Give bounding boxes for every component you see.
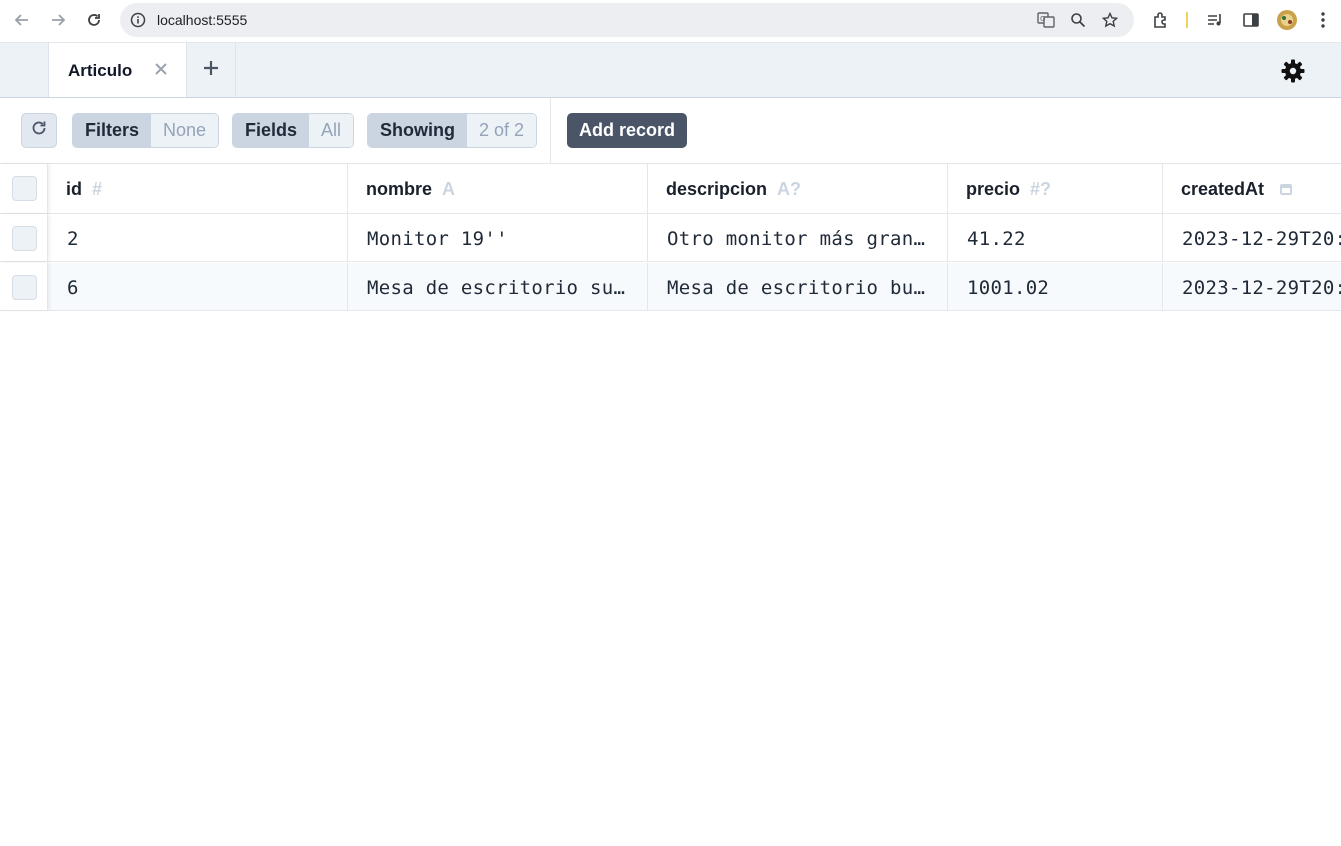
- column-header-id[interactable]: id #: [48, 164, 348, 213]
- bookmark-star-icon[interactable]: [1098, 8, 1122, 32]
- tab-articulo[interactable]: Articulo: [48, 43, 187, 97]
- column-name: descripcion: [666, 179, 768, 199]
- browser-toolbar: localhost:5555 G: [0, 0, 1341, 43]
- cell-descripcion[interactable]: Mesa de escritorio bu…: [648, 263, 948, 310]
- cell-id[interactable]: 6: [48, 263, 348, 310]
- toolbar-divider: [1186, 12, 1188, 28]
- reload-icon[interactable]: [82, 8, 106, 32]
- cell-precio[interactable]: 1001.02: [948, 263, 1163, 310]
- settings-gear-icon[interactable]: [1280, 58, 1306, 84]
- showing-value: 2 of 2: [467, 114, 537, 147]
- table-row[interactable]: 6 Mesa de escritorio su… Mesa de escrito…: [0, 263, 1341, 311]
- cell-nombre[interactable]: Monitor 19'': [348, 214, 648, 261]
- extensions-icon[interactable]: [1149, 8, 1173, 32]
- fields-value: All: [309, 114, 354, 147]
- filters-button[interactable]: Filters None: [72, 113, 220, 148]
- url-text[interactable]: localhost:5555: [157, 12, 247, 28]
- side-panel-icon[interactable]: [1239, 8, 1263, 32]
- column-name: precio: [966, 179, 1021, 199]
- calendar-icon: [1279, 180, 1293, 201]
- column-name: id: [66, 179, 82, 199]
- row-select-cell: [0, 214, 48, 261]
- select-all-cell: [0, 164, 48, 213]
- cell-descripcion[interactable]: Otro monitor más gran…: [648, 214, 948, 261]
- browser-menu-icon[interactable]: [1311, 8, 1335, 32]
- forward-icon[interactable]: [46, 8, 70, 32]
- row-select-cell: [0, 263, 48, 310]
- column-name: nombre: [366, 179, 433, 199]
- site-info-icon[interactable]: [126, 8, 150, 32]
- filters-label: Filters: [73, 114, 152, 147]
- add-record-button[interactable]: Add record: [567, 113, 687, 148]
- cell-createdat[interactable]: 2023-12-29T20:: [1163, 263, 1341, 310]
- model-tab-bar: Articulo: [0, 43, 1341, 98]
- column-type: #?: [1030, 179, 1052, 199]
- column-header-precio[interactable]: precio #?: [948, 164, 1163, 213]
- add-tab-button[interactable]: [187, 43, 236, 97]
- cell-createdat[interactable]: 2023-12-29T20:: [1163, 214, 1341, 261]
- plus-icon: [202, 59, 220, 82]
- showing-label: Showing: [368, 114, 467, 147]
- filters-value: None: [151, 114, 219, 147]
- cell-id[interactable]: 2: [48, 214, 348, 261]
- fields-button[interactable]: Fields All: [232, 113, 355, 148]
- toolbar-divider: [550, 98, 551, 164]
- column-name: createdAt: [1181, 179, 1265, 199]
- column-header-descripcion[interactable]: descripcion A?: [648, 164, 948, 213]
- column-header-nombre[interactable]: nombre A: [348, 164, 648, 213]
- svg-text:G: G: [1040, 15, 1045, 23]
- row-checkbox[interactable]: [12, 226, 37, 251]
- refresh-button[interactable]: [21, 113, 57, 148]
- table-row[interactable]: 2 Monitor 19'' Otro monitor más gran… 41…: [0, 214, 1341, 262]
- column-type: #: [92, 179, 103, 199]
- records-toolbar: Filters None Fields All Showing 2 of 2 A…: [0, 98, 1341, 164]
- row-checkbox[interactable]: [12, 275, 37, 300]
- table-header-row: id # nombre A descripcion A? precio #? creat…: [0, 164, 1341, 214]
- cell-precio[interactable]: 41.22: [948, 214, 1163, 261]
- column-type: A: [442, 179, 456, 199]
- media-control-icon[interactable]: [1203, 8, 1227, 32]
- tab-label: Articulo: [68, 61, 133, 80]
- refresh-icon: [30, 119, 48, 142]
- translate-icon[interactable]: G: [1034, 8, 1058, 32]
- address-bar[interactable]: localhost:5555 G: [120, 3, 1134, 37]
- cell-nombre[interactable]: Mesa de escritorio su…: [348, 263, 648, 310]
- fields-label: Fields: [233, 114, 310, 147]
- column-type: A?: [777, 179, 802, 199]
- select-all-checkbox[interactable]: [12, 176, 37, 201]
- profile-avatar-icon[interactable]: [1275, 8, 1299, 32]
- column-header-createdat[interactable]: createdAt: [1163, 164, 1341, 213]
- back-icon[interactable]: [10, 8, 34, 32]
- close-icon[interactable]: [152, 60, 170, 78]
- showing-button[interactable]: Showing 2 of 2: [367, 113, 538, 148]
- zoom-icon[interactable]: [1066, 8, 1090, 32]
